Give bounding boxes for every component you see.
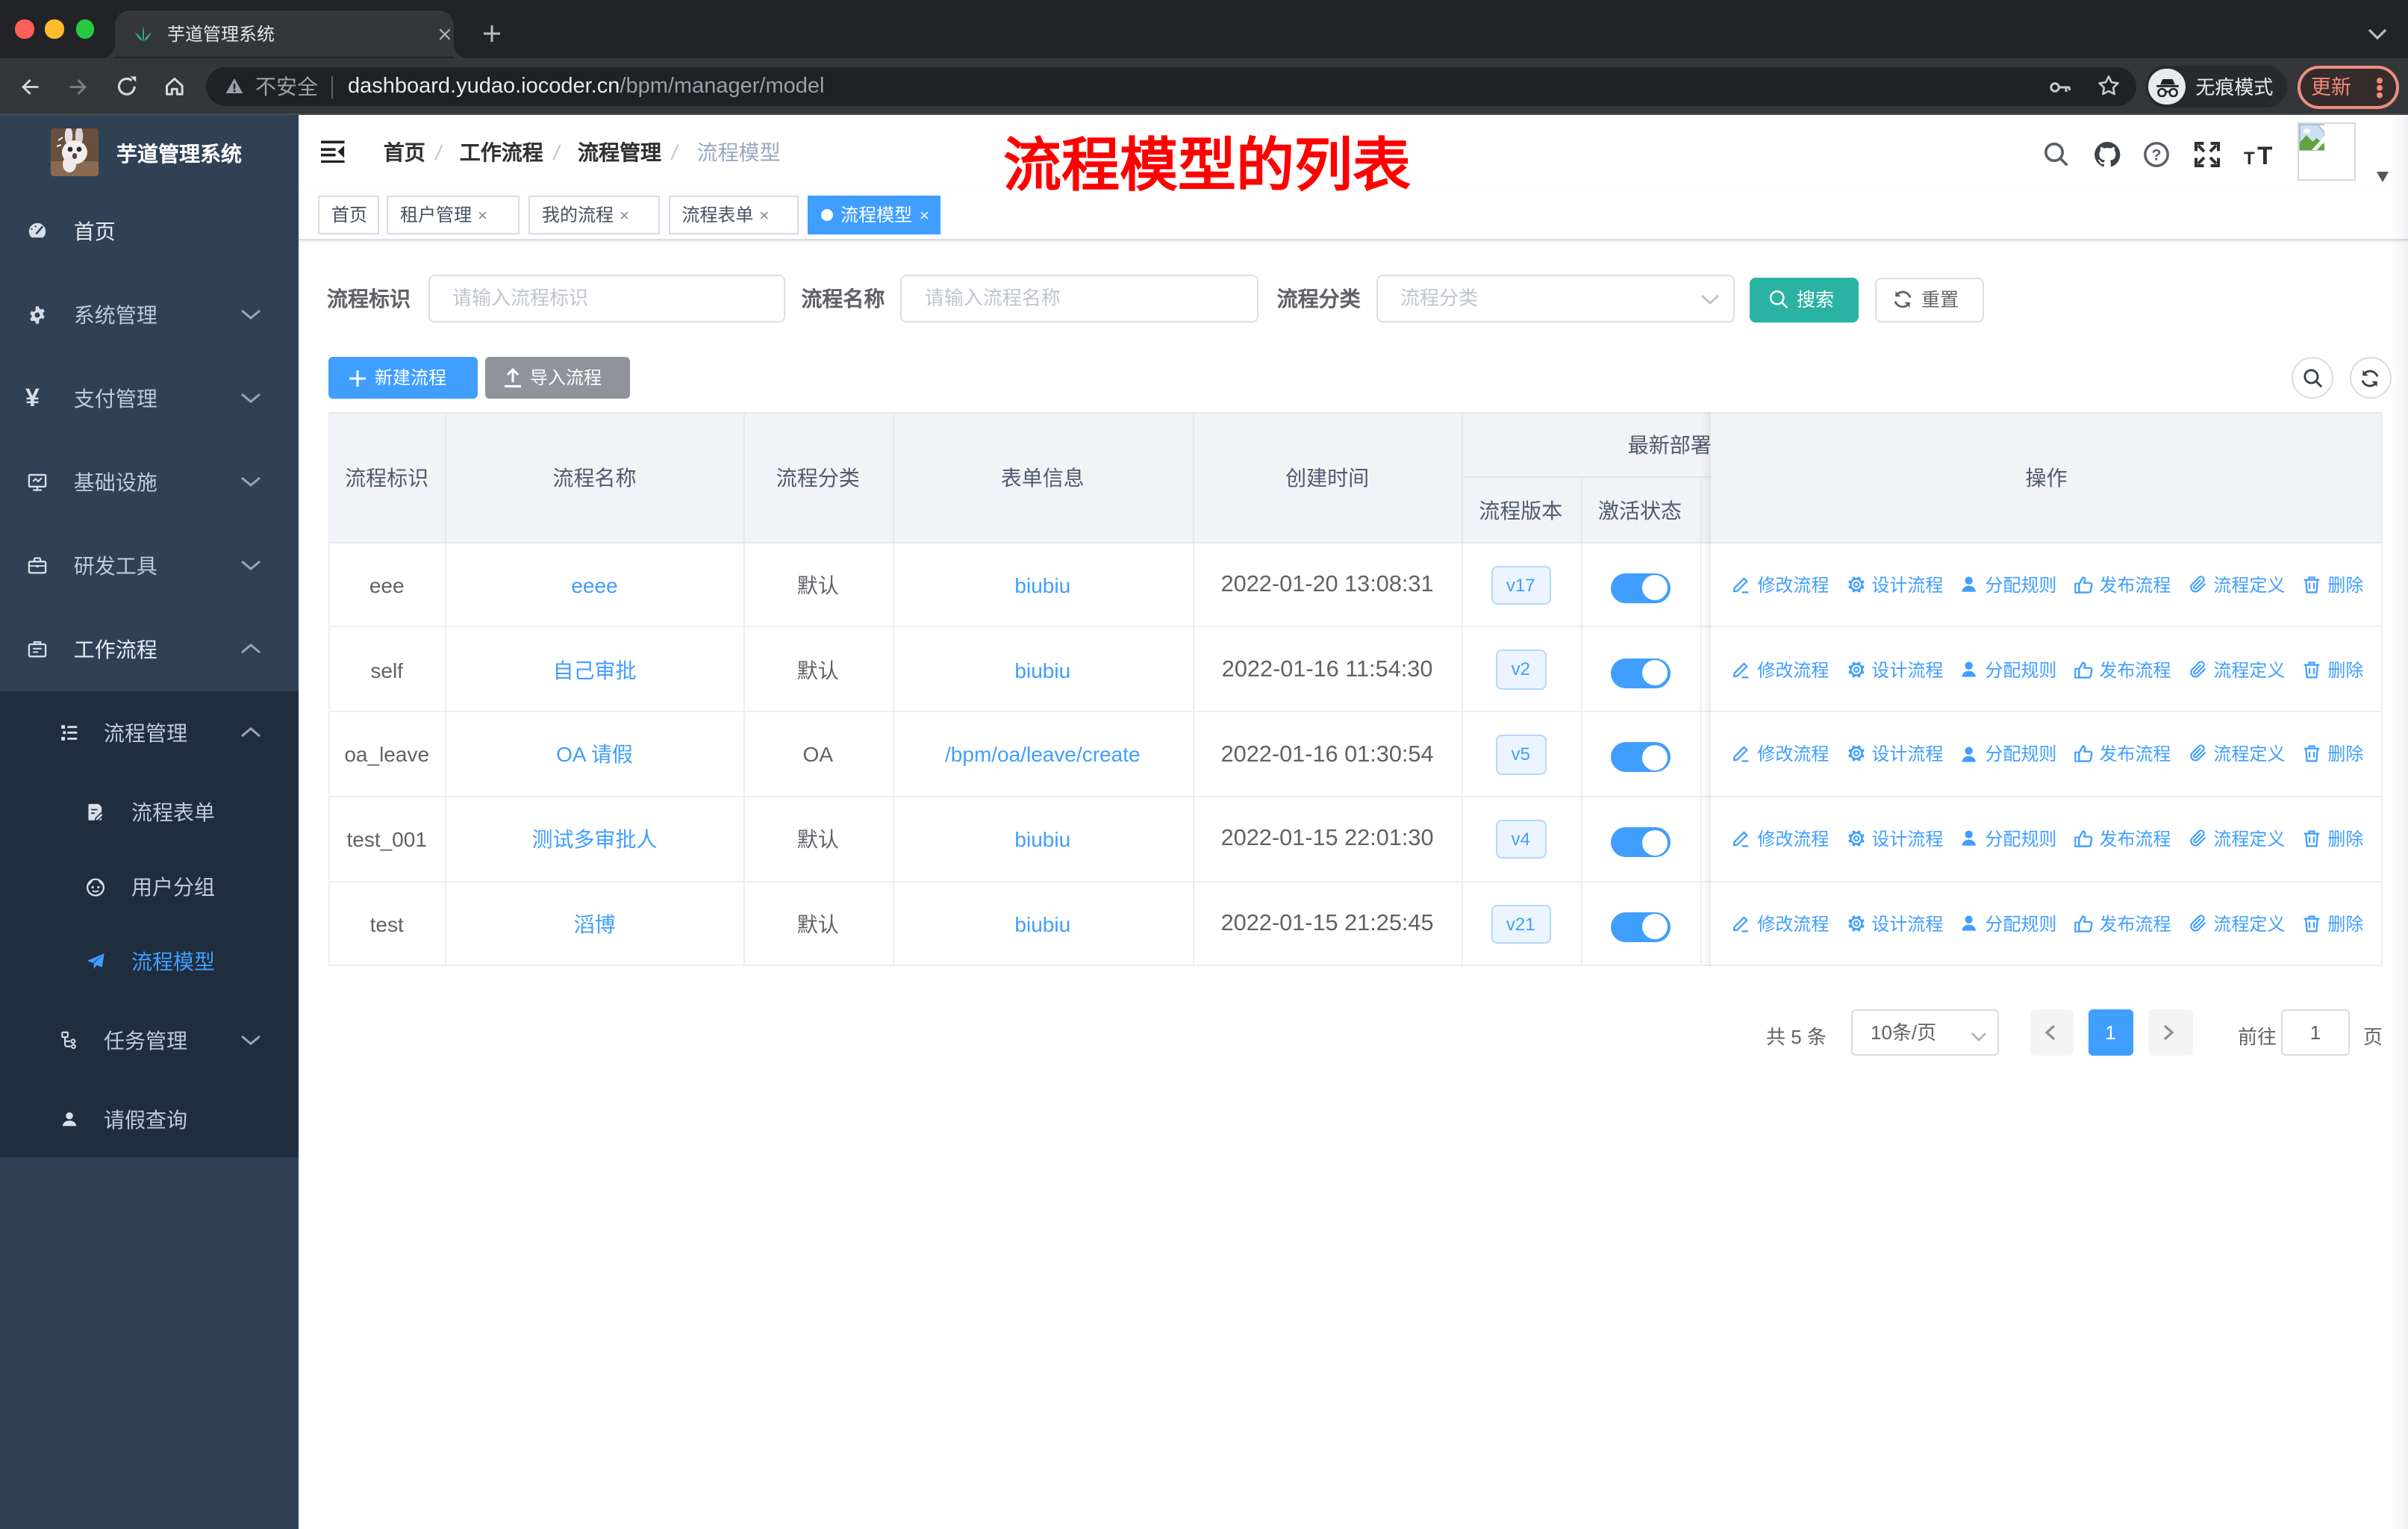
svg-text:?: ? [2152,146,2162,164]
svg-text:T: T [2244,149,2255,166]
svg-text:T: T [2257,143,2272,166]
